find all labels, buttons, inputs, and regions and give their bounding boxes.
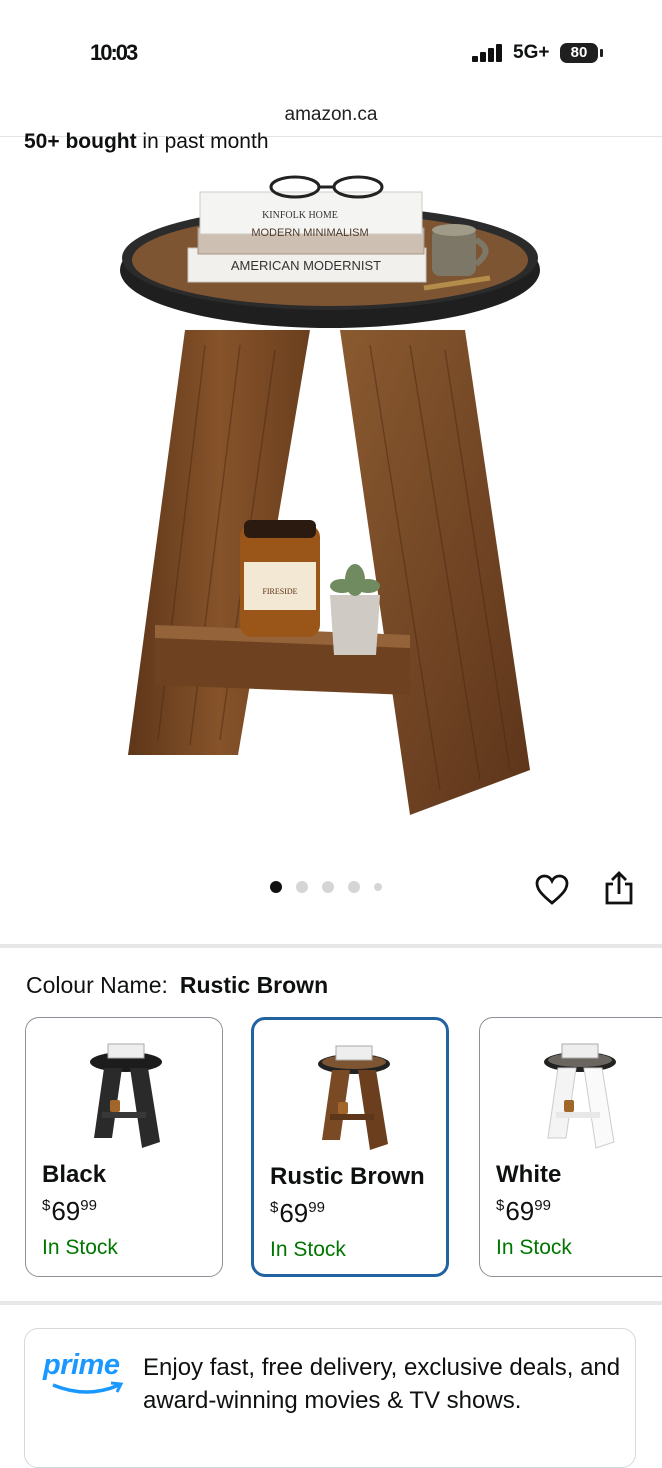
book-title-1: KINFOLK HOME (262, 210, 338, 221)
heart-icon (535, 874, 569, 905)
section-divider (0, 944, 662, 948)
colour-name-label: Colour Name: (26, 972, 168, 998)
option-stock-status: In Stock (496, 1236, 572, 1259)
status-time: 10:03 (90, 40, 138, 65)
carousel-dot[interactable] (322, 881, 334, 893)
colour-option-rustic-brown[interactable]: Rustic Brown $6999 In Stock (251, 1017, 449, 1277)
option-name: Black (42, 1161, 107, 1188)
colour-name-row: Colour Name: Rustic Brown (26, 972, 328, 999)
option-price: $6999 (496, 1196, 551, 1226)
prime-wordmark: prime (43, 1349, 120, 1381)
black-table-thumbnail (90, 1043, 162, 1148)
book-title-2: AMERICAN MODERNIST (231, 258, 381, 273)
option-name: Rustic Brown (270, 1163, 425, 1190)
colour-option-black[interactable]: Black $6999 In Stock (25, 1017, 223, 1277)
candle-label: FIRESIDE (262, 587, 297, 596)
purchase-count-bold: 50+ bought (24, 130, 137, 153)
status-bar: 10:03 5G+ 80 (0, 0, 662, 100)
url-text: amazon.ca (284, 104, 378, 125)
carousel-dot[interactable] (296, 881, 308, 893)
carousel-dot[interactable] (348, 881, 360, 893)
prime-logo: prime (43, 1349, 124, 1394)
colour-name-value: Rustic Brown (179, 972, 329, 998)
share-button[interactable] (599, 868, 639, 908)
option-name: White (496, 1161, 562, 1188)
signal-icon (472, 44, 502, 62)
purchase-count-rest: in past month (136, 130, 269, 153)
network-type: 5G+ (513, 42, 550, 63)
carousel-dot[interactable] (374, 883, 382, 891)
white-table-thumbnail (544, 1043, 616, 1149)
wishlist-button[interactable] (532, 870, 572, 910)
rustic-brown-table-thumbnail (318, 1045, 390, 1150)
battery-icon: 80 (560, 43, 598, 63)
option-price: $6999 (270, 1198, 325, 1228)
share-icon (605, 871, 633, 905)
option-stock-status: In Stock (42, 1236, 118, 1259)
purchase-count: 50+ bought in past month (24, 130, 269, 154)
prime-promo-card[interactable]: prime Enjoy fast, free delivery, exclusi… (24, 1328, 636, 1468)
prime-smile-icon (52, 1381, 124, 1394)
book-title-3: MODERN MINIMALISM (251, 227, 368, 239)
option-stock-status: In Stock (270, 1238, 346, 1261)
carousel-dot[interactable] (270, 881, 282, 893)
colour-option-white[interactable]: White $6999 In Stock (479, 1017, 662, 1277)
prime-promo-text: Enjoy fast, free delivery, exclusive dea… (143, 1354, 621, 1414)
product-image[interactable]: FIRESIDE MODERN MINIMALISM AMERICAN MODE… (110, 170, 550, 830)
option-price: $6999 (42, 1196, 97, 1226)
battery-tip (600, 49, 603, 57)
section-divider (0, 1301, 662, 1305)
